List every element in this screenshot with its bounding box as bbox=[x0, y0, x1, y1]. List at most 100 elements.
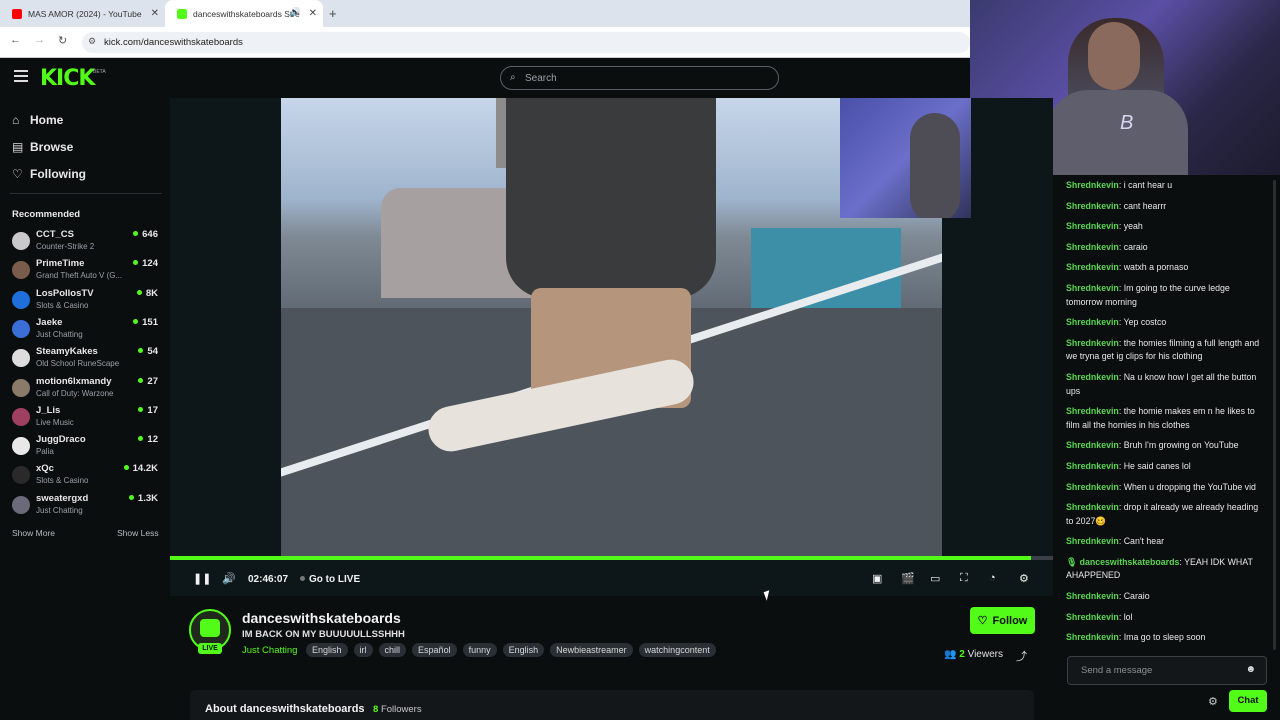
chat-message: Shrednkevin: Can't hear bbox=[1066, 535, 1266, 549]
recommended-channel[interactable]: sweatergxd Just Chatting 1.3K bbox=[12, 493, 162, 521]
tag-chip[interactable]: chill bbox=[378, 643, 407, 657]
channel-avatar bbox=[12, 290, 30, 309]
theater-mode-icon[interactable]: ▭ bbox=[930, 572, 940, 585]
channel-name: J_Lis bbox=[36, 404, 61, 416]
settings-gear-icon[interactable]: ⚙ bbox=[1019, 572, 1029, 585]
kick-favicon-icon bbox=[177, 8, 187, 19]
chat-username[interactable]: Shrednkevin bbox=[1066, 242, 1119, 252]
chat-username[interactable]: Shrednkevin bbox=[1066, 283, 1119, 293]
tag-chip[interactable]: irl bbox=[353, 643, 373, 657]
browser-tab-youtube[interactable]: MAS AMOR (2024) - YouTube ✕ bbox=[0, 0, 165, 27]
chat-messages: Shrednkevin: i cant hear u Shrednkevin: c… bbox=[1066, 179, 1266, 652]
beta-label: BETA bbox=[93, 69, 106, 75]
avatar-graphic bbox=[200, 619, 220, 637]
volume-icon[interactable]: 🔊 bbox=[222, 572, 236, 585]
recommended-channel[interactable]: SteamyKakes Old School RuneScape 54 bbox=[12, 346, 162, 374]
back-icon[interactable]: ← bbox=[10, 34, 21, 46]
sidebar-item-browse[interactable]: ▤ Browse bbox=[12, 140, 73, 154]
sidebar-item-following[interactable]: ♡ Following bbox=[12, 167, 86, 181]
webcam-shirt bbox=[1048, 90, 1188, 175]
pip-person bbox=[910, 113, 960, 218]
new-tab-button[interactable]: + bbox=[329, 6, 337, 21]
share-icon[interactable]: ⤴ bbox=[1016, 648, 1027, 664]
chat-username[interactable]: Shrednkevin bbox=[1066, 440, 1119, 450]
chat-username[interactable]: Shrednkevin bbox=[1066, 612, 1119, 622]
chat-username[interactable]: Shrednkevin bbox=[1066, 406, 1119, 416]
recommended-channel[interactable]: J_Lis Live Music 17 bbox=[12, 405, 162, 433]
reload-icon[interactable]: ↻ bbox=[58, 34, 67, 47]
followers-number: 8 bbox=[373, 704, 379, 715]
channel-viewers: 8K bbox=[137, 288, 158, 299]
emoji-icon[interactable]: ☻ bbox=[1245, 664, 1256, 675]
chat-input-placeholder: Send a message bbox=[1081, 665, 1153, 676]
recommended-channel[interactable]: motion6lxmandy Call of Duty: Warzone 27 bbox=[12, 376, 162, 404]
playback-speed-icon[interactable]: ◔ bbox=[989, 572, 996, 584]
chat-settings-icon[interactable]: ⚙ bbox=[1208, 695, 1218, 708]
chat-username[interactable]: Shrednkevin bbox=[1066, 201, 1119, 211]
chat-username[interactable]: Shrednkevin bbox=[1066, 372, 1119, 382]
channel-category: Palia bbox=[36, 447, 54, 457]
category-link[interactable]: Just Chatting bbox=[242, 645, 297, 656]
chat-username[interactable]: Shrednkevin bbox=[1066, 262, 1119, 272]
channel-category: Slots & Casino bbox=[36, 300, 89, 310]
browser-tab-kick[interactable]: danceswithskateboards Stre 🔊 ✕ bbox=[165, 0, 323, 27]
sidebar-item-home[interactable]: ⌂ Home bbox=[12, 113, 63, 127]
fullscreen-icon[interactable]: ⛶ bbox=[960, 572, 968, 585]
chat-message: Shrednkevin: Bruh I'm growing on YouTube bbox=[1066, 439, 1266, 453]
chat-username[interactable]: Shrednkevin bbox=[1066, 591, 1119, 601]
chat-username[interactable]: Shrednkevin bbox=[1066, 317, 1119, 327]
channel-category: Grand Theft Auto V (G... bbox=[36, 271, 123, 281]
tag-chip[interactable]: Español bbox=[412, 643, 457, 657]
channel-avatar bbox=[12, 466, 30, 485]
site-info-icon[interactable]: ⚙ bbox=[88, 36, 96, 47]
chat-username[interactable]: Shrednkevin bbox=[1066, 180, 1119, 190]
tag-chip[interactable]: Newbieastreamer bbox=[550, 643, 633, 657]
video-progress-bar[interactable] bbox=[170, 556, 1053, 560]
channel-name[interactable]: danceswithskateboards bbox=[242, 610, 401, 626]
recommended-channel[interactable]: PrimeTime Grand Theft Auto V (G... 124 bbox=[12, 258, 162, 286]
chat-username[interactable]: Shrednkevin bbox=[1066, 221, 1119, 231]
browse-icon: ▤ bbox=[12, 140, 24, 154]
tag-chip[interactable]: English bbox=[502, 643, 545, 657]
channel-avatar bbox=[12, 378, 30, 397]
recommended-channel[interactable]: JuggDraco Palia 12 bbox=[12, 434, 162, 462]
clip-icon[interactable]: 🎬 bbox=[901, 572, 915, 585]
tag-chip[interactable]: English bbox=[306, 643, 348, 657]
go-to-live-button[interactable]: Go to LIVE bbox=[300, 574, 360, 585]
chat-send-button[interactable]: Chat bbox=[1229, 690, 1267, 712]
url-field[interactable]: ⚙ kick.com/danceswithskateboards bbox=[82, 32, 970, 53]
menu-icon[interactable] bbox=[14, 70, 28, 82]
tag-chip[interactable]: funny bbox=[462, 643, 497, 657]
search-input[interactable]: ⌕ Search bbox=[500, 66, 779, 90]
close-tab-icon[interactable]: ✕ bbox=[309, 8, 317, 19]
followers-label: Followers bbox=[380, 704, 422, 715]
chat-input[interactable]: Send a message ☻ bbox=[1067, 656, 1267, 685]
show-less-button[interactable]: Show Less bbox=[117, 528, 159, 538]
close-tab-icon[interactable]: ✕ bbox=[151, 8, 159, 19]
recommended-channel[interactable]: xQc Slots & Casino 14.2K bbox=[12, 463, 162, 491]
miniplayer-icon[interactable]: ▣ bbox=[872, 572, 882, 585]
chat-username[interactable]: Shrednkevin bbox=[1066, 338, 1119, 348]
tag-chip[interactable]: watchingcontent bbox=[638, 643, 716, 657]
audio-playing-icon[interactable]: 🔊 bbox=[290, 7, 301, 18]
chat-text: watxh a pornaso bbox=[1123, 262, 1189, 273]
chat-username[interactable]: Shrednkevin bbox=[1066, 632, 1119, 642]
forward-icon[interactable]: → bbox=[34, 34, 45, 46]
pause-icon[interactable]: ❚❚ bbox=[193, 572, 211, 585]
chat-username[interactable]: Shrednkevin bbox=[1066, 502, 1119, 512]
recommended-channel[interactable]: LosPollosTV Slots & Casino 8K bbox=[12, 288, 162, 316]
kick-logo[interactable]: KICK bbox=[40, 66, 95, 91]
recommended-channel[interactable]: CCT_CS Counter-Strike 2 646 bbox=[12, 229, 162, 257]
channel-avatar bbox=[12, 495, 30, 514]
channel-name: JuggDraco bbox=[36, 434, 86, 446]
chat-username[interactable]: 🎙 danceswithskateboards bbox=[1066, 557, 1179, 567]
chat-scrollbar[interactable] bbox=[1273, 180, 1276, 650]
chat-username[interactable]: Shrednkevin bbox=[1066, 461, 1119, 471]
chat-username[interactable]: Shrednkevin bbox=[1066, 536, 1119, 546]
follow-button[interactable]: ♡ Follow bbox=[970, 607, 1035, 634]
channel-avatar bbox=[12, 319, 30, 338]
chat-message: Shrednkevin: cant hearrr bbox=[1066, 200, 1266, 214]
chat-username[interactable]: Shrednkevin bbox=[1066, 482, 1119, 492]
show-more-button[interactable]: Show More bbox=[12, 528, 55, 538]
recommended-channel[interactable]: Jaeke Just Chatting 151 bbox=[12, 317, 162, 345]
